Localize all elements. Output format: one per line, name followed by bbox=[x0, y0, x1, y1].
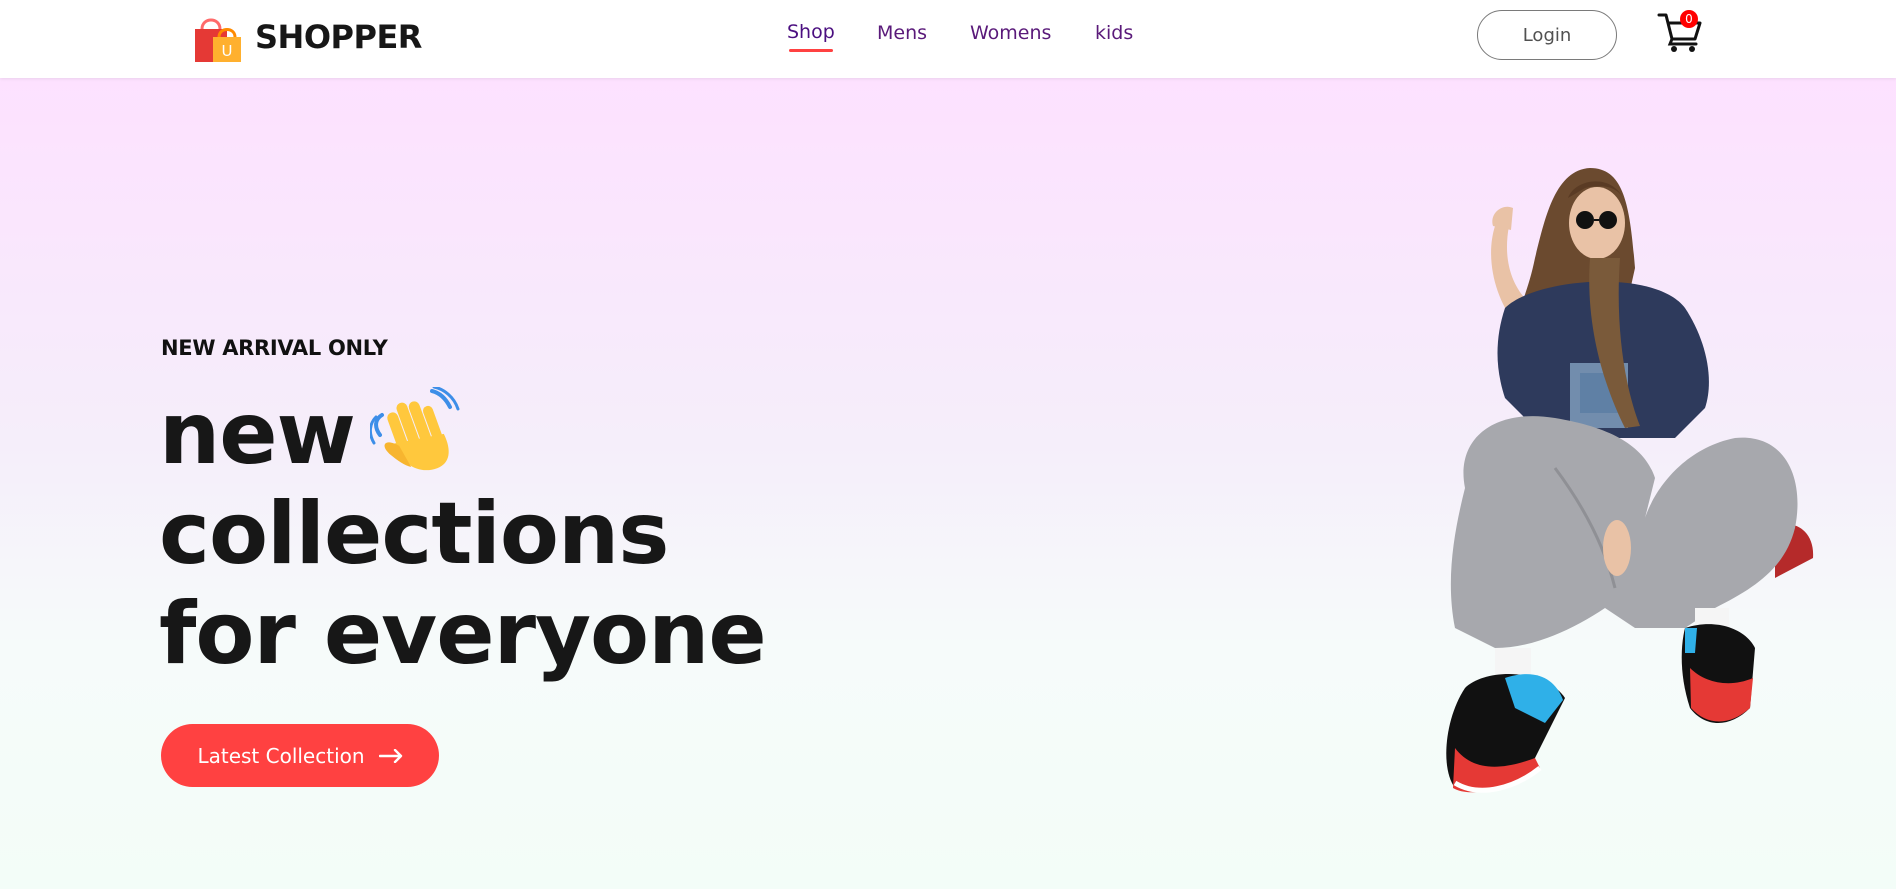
cart-count-badge: 0 bbox=[1680, 10, 1698, 28]
latest-collection-button[interactable]: Latest Collection bbox=[161, 724, 439, 787]
latest-collection-label: Latest Collection bbox=[197, 743, 365, 768]
shopping-bag-icon: U bbox=[195, 18, 241, 62]
hero-section: NEW ARRIVAL ONLY new collections for eve… bbox=[0, 78, 1896, 889]
nav-item-womens[interactable]: Womens bbox=[970, 22, 1051, 44]
login-button[interactable]: Login bbox=[1477, 10, 1617, 60]
hero-headline-line-1: new bbox=[159, 384, 356, 484]
nav-item-label: Mens bbox=[877, 22, 928, 44]
logo-letter: U bbox=[222, 42, 233, 60]
active-nav-underline bbox=[789, 49, 833, 52]
brand-name: SHOPPER bbox=[255, 18, 422, 56]
arrow-right-icon bbox=[378, 748, 402, 763]
nav-item-label: Shop bbox=[787, 21, 835, 43]
navbar: U SHOPPER Shop Mens Womens kids Login 0 bbox=[0, 0, 1896, 78]
hero-eyebrow: NEW ARRIVAL ONLY bbox=[161, 336, 388, 360]
hero-headline-line-2: collections bbox=[159, 484, 669, 584]
nav-item-shop[interactable]: Shop bbox=[787, 21, 835, 52]
waving-hand-icon bbox=[370, 387, 460, 471]
nav-item-kids[interactable]: kids bbox=[1095, 22, 1133, 44]
hero-model-image bbox=[1446, 168, 1814, 793]
nav-item-label: Womens bbox=[970, 22, 1052, 44]
hero-headline-line-3: for everyone bbox=[159, 584, 767, 684]
nav-item-mens[interactable]: Mens bbox=[877, 22, 927, 44]
brand-logo[interactable]: U SHOPPER bbox=[187, 9, 422, 65]
nav-item-label: kids bbox=[1095, 22, 1134, 44]
